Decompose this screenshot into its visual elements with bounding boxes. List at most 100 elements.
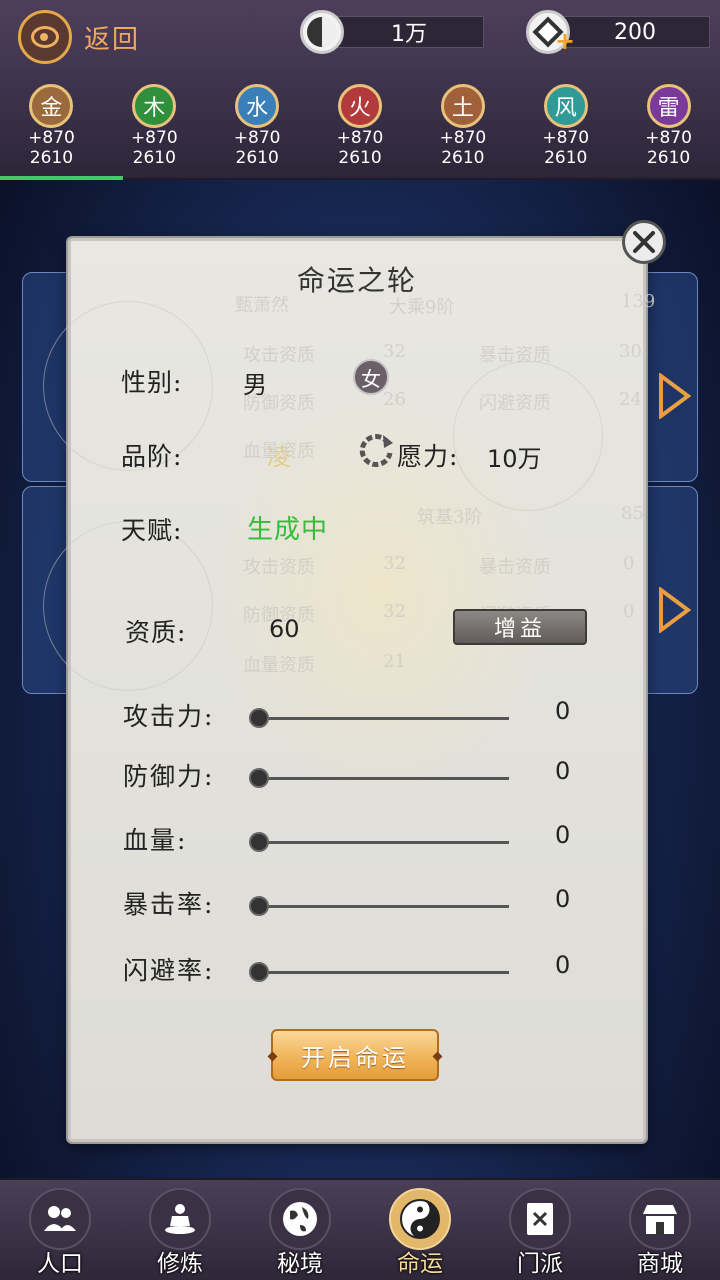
element-tabs: 金 +870 2610 木 +870 2610 水 +870 2610 火 +8… [0, 84, 720, 180]
element-value: 2610 [29, 148, 74, 168]
ghost-attr-value: 0 [623, 553, 635, 574]
ghost-realm: 筑基3阶 [417, 507, 483, 528]
nav-shop[interactable]: 商城 [600, 1180, 720, 1280]
refresh-icon[interactable] [357, 431, 395, 469]
yinyang-icon [389, 1188, 451, 1250]
ghost-score: 85 [621, 503, 644, 524]
ghost-attr-value: 0 [623, 601, 635, 622]
slider-track[interactable] [259, 777, 509, 780]
ghost-attr-value: 21 [383, 651, 406, 672]
ghost-attr: 闪避资质 [479, 393, 551, 414]
nav-label: 秘境 [277, 1251, 323, 1277]
nav-cultivation[interactable]: 修炼 [120, 1180, 240, 1280]
element-tab-thunder[interactable]: 雷 +870 2610 [617, 84, 720, 180]
talent-label: 天赋: [121, 516, 183, 545]
element-value: 2610 [338, 148, 382, 168]
yinyang-coin-icon [300, 10, 344, 54]
element-bonus: +870 [28, 128, 75, 148]
element-orb: 雷 [646, 84, 691, 128]
slider-track[interactable] [259, 971, 509, 974]
ghost-attr: 攻击资质 [243, 345, 315, 366]
element-tab-wood[interactable]: 木 +870 2610 [103, 84, 206, 180]
nav-population[interactable]: 人口 [0, 1180, 120, 1280]
element-value: 2610 [441, 148, 485, 168]
coins-value: 1万 [334, 16, 484, 48]
play-arrow-icon[interactable] [657, 372, 692, 420]
element-orb: 火 [338, 84, 382, 128]
slider-track[interactable] [259, 905, 509, 908]
stat-label: 暴击率: [123, 890, 215, 919]
gems-value: 200 [560, 16, 710, 48]
element-bonus: +870 [542, 128, 590, 148]
close-icon [633, 231, 655, 253]
ghost-attr-value: 24 [619, 389, 642, 410]
active-tab-indicator [0, 176, 123, 180]
slider-knob[interactable] [249, 896, 269, 916]
nav-secret-realm[interactable]: 秘境 [240, 1180, 360, 1280]
element-bonus: +870 [645, 128, 692, 148]
stat-label: 闪避率: [123, 956, 215, 985]
element-bonus: +870 [336, 128, 384, 148]
element-tab-metal[interactable]: 金 +870 2610 [0, 84, 103, 180]
gender-label: 性别: [121, 368, 183, 397]
element-value: 2610 [646, 148, 691, 168]
ghost-attr-value: 32 [383, 553, 406, 574]
stat-value: 0 [555, 697, 571, 725]
dialog-title: 命运之轮 [296, 264, 417, 297]
element-value: 2610 [132, 148, 176, 168]
slider-knob[interactable] [249, 962, 269, 982]
nav-sect[interactable]: 门派 [480, 1180, 600, 1280]
slider-knob[interactable] [249, 768, 269, 788]
slider-track[interactable] [259, 841, 509, 844]
ghost-attr: 暴击资质 [479, 557, 551, 578]
element-bonus: +870 [130, 128, 178, 148]
element-value: 2610 [235, 148, 279, 168]
boost-button[interactable]: 增益 [453, 609, 587, 645]
element-tab-wind[interactable]: 风 +870 2610 [514, 84, 617, 180]
ghost-attr-value: 26 [383, 389, 406, 410]
stat-dodge-row: 闪避率: 0 [123, 951, 583, 991]
stat-crit-row: 暴击率: 0 [123, 885, 583, 925]
sect-book-icon [509, 1188, 571, 1250]
element-orb: 水 [235, 84, 280, 128]
nav-label: 门派 [517, 1251, 563, 1277]
nav-label: 人口 [37, 1251, 83, 1277]
stat-value: 0 [555, 885, 571, 913]
stat-label: 攻击力: [123, 702, 215, 731]
element-bonus: +870 [233, 128, 281, 148]
element-tab-fire[interactable]: 火 +870 2610 [309, 84, 412, 180]
stat-defense-row: 防御力: 0 [123, 757, 583, 797]
slider-track[interactable] [259, 717, 509, 720]
back-button[interactable]: 返回 [18, 10, 140, 64]
aptitude-label: 资质: [125, 618, 187, 647]
element-tab-water[interactable]: 水 +870 2610 [206, 84, 309, 180]
globe-icon [269, 1188, 331, 1250]
close-button[interactable] [622, 220, 666, 264]
play-arrow-icon[interactable] [657, 586, 692, 634]
element-value: 2610 [544, 148, 588, 168]
stat-value: 0 [555, 757, 571, 785]
female-toggle[interactable]: 女 [353, 359, 389, 395]
element-orb: 木 [132, 84, 177, 128]
people-icon [29, 1188, 91, 1250]
nav-label: 修炼 [157, 1251, 203, 1277]
yinyang-ghost-icon [453, 361, 603, 511]
nav-label: 命运 [397, 1251, 443, 1277]
add-gems-icon[interactable]: + [555, 27, 575, 55]
ghost-attr: 暴击资质 [479, 345, 551, 366]
slider-knob[interactable] [249, 832, 269, 852]
back-icon [18, 10, 72, 64]
stat-hp-row: 血量: 0 [123, 821, 583, 861]
ghost-attr-value: 30 [619, 341, 642, 362]
bottom-nav: 人口 修炼 秘境 命运 门派 商城 [0, 1178, 720, 1280]
open-fate-button[interactable]: 开启命运 [271, 1029, 439, 1081]
ghost-attr-value: 32 [383, 341, 406, 362]
diamond-gem-icon[interactable]: + [526, 10, 575, 55]
nav-fate[interactable]: 命运 [360, 1180, 480, 1280]
stat-label: 血量: [123, 826, 188, 855]
meditation-icon [149, 1188, 211, 1250]
ghost-attr: 血量资质 [243, 655, 315, 676]
slider-knob[interactable] [249, 708, 269, 728]
ghost-attr: 攻击资质 [243, 557, 315, 578]
element-tab-earth[interactable]: 土 +870 2610 [411, 84, 514, 180]
